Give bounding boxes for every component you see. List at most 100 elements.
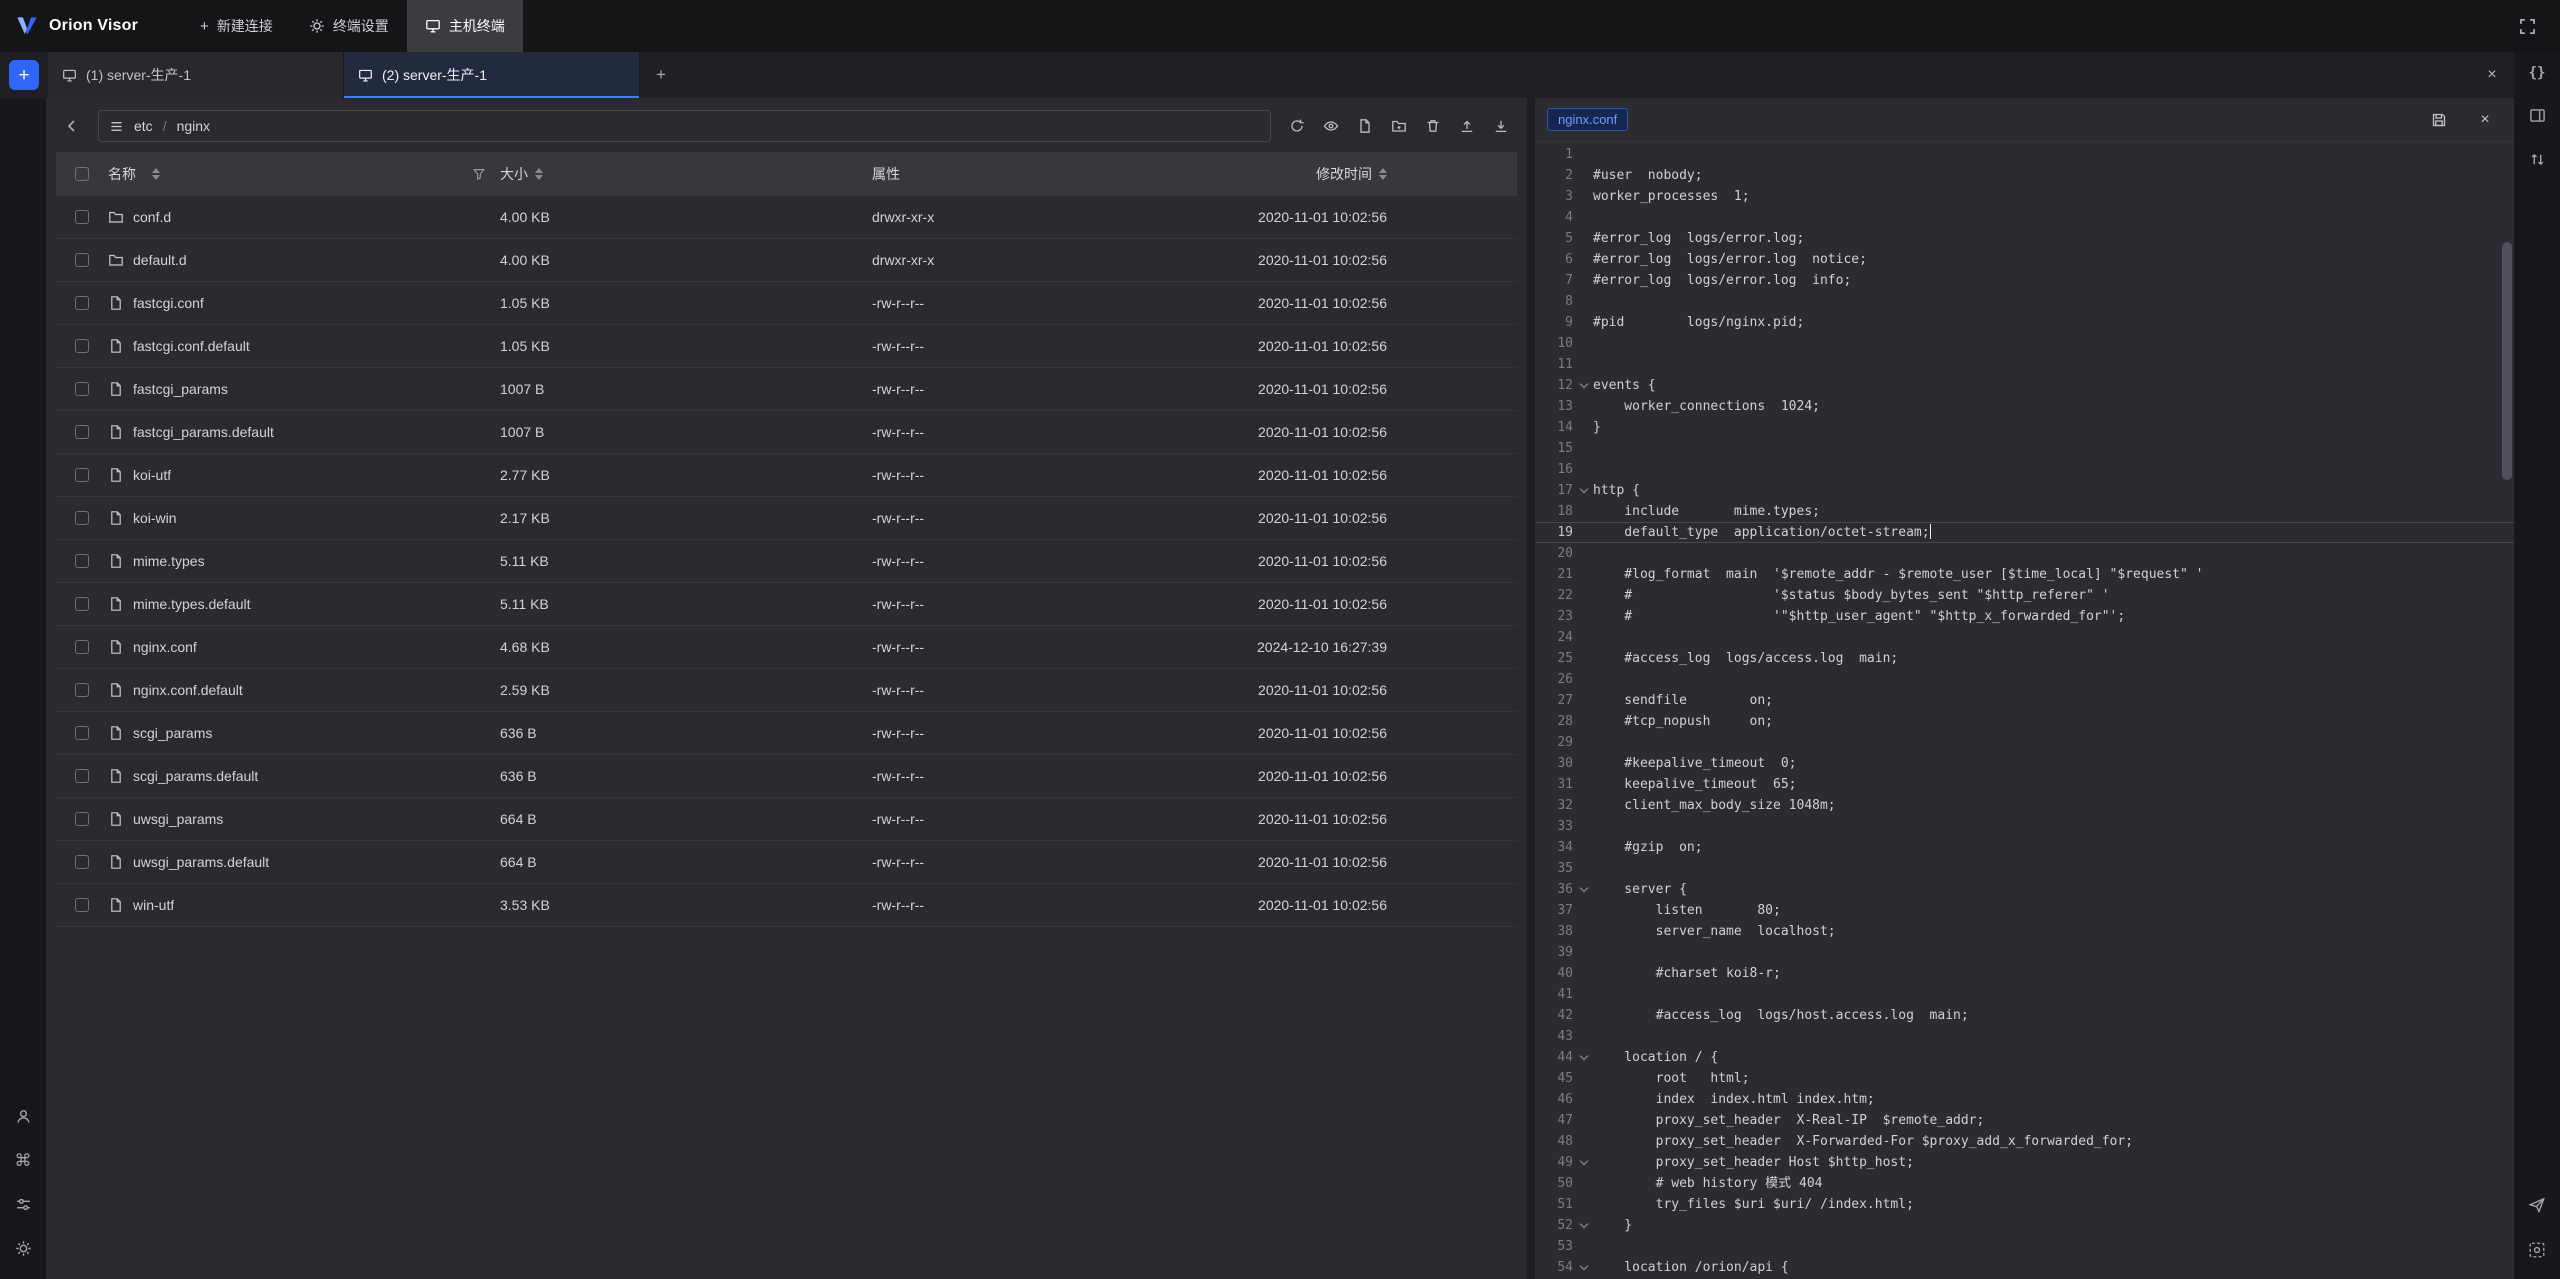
code-line[interactable]: 41	[1535, 984, 2514, 1005]
line-number[interactable]: 35	[1535, 858, 1575, 879]
send-paper-plane-icon[interactable]	[2528, 1196, 2546, 1214]
line-number[interactable]: 43	[1535, 1026, 1575, 1047]
row-checkbox[interactable]	[75, 554, 89, 568]
file-name[interactable]: fastcgi.conf	[133, 295, 204, 311]
tab-server-1[interactable]: (1) server-生产-1	[48, 52, 344, 98]
line-number[interactable]: 48	[1535, 1131, 1575, 1152]
code-line[interactable]: 18 include mime.types;	[1535, 501, 2514, 522]
fullscreen-icon[interactable]	[2510, 9, 2544, 43]
line-number[interactable]: 36	[1535, 879, 1575, 900]
line-number[interactable]: 50	[1535, 1173, 1575, 1194]
screenshot-icon[interactable]	[2528, 1241, 2546, 1259]
line-number[interactable]: 5	[1535, 228, 1575, 249]
line-number[interactable]: 54	[1535, 1257, 1575, 1278]
line-number[interactable]: 33	[1535, 816, 1575, 837]
file-name[interactable]: mime.types.default	[133, 596, 251, 612]
line-number[interactable]: 7	[1535, 270, 1575, 291]
code-line[interactable]: 26	[1535, 669, 2514, 690]
line-number[interactable]: 38	[1535, 921, 1575, 942]
line-number[interactable]: 6	[1535, 249, 1575, 270]
code-line[interactable]: 16	[1535, 459, 2514, 480]
table-row[interactable]: uwsgi_params.default 664 B -rw-r--r-- 20…	[56, 841, 1517, 884]
file-name[interactable]: koi-win	[133, 510, 177, 526]
code-line[interactable]: 33	[1535, 816, 2514, 837]
line-number[interactable]: 27	[1535, 690, 1575, 711]
save-icon[interactable]	[2422, 103, 2456, 137]
line-number[interactable]: 17	[1535, 480, 1575, 501]
line-number[interactable]: 46	[1535, 1089, 1575, 1110]
tab-server-2-active[interactable]: (2) server-生产-1	[344, 52, 640, 98]
delete-trash-icon[interactable]	[1417, 110, 1449, 142]
line-number[interactable]: 42	[1535, 1005, 1575, 1026]
file-name[interactable]: conf.d	[133, 209, 171, 225]
code-line[interactable]: 51 try_files $uri $uri/ /index.html;	[1535, 1194, 2514, 1215]
line-number[interactable]: 23	[1535, 606, 1575, 627]
line-number[interactable]: 30	[1535, 753, 1575, 774]
file-name[interactable]: default.d	[133, 252, 187, 268]
scrollbar-thumb[interactable]	[2502, 242, 2512, 480]
row-checkbox[interactable]	[75, 726, 89, 740]
row-checkbox[interactable]	[75, 769, 89, 783]
line-number[interactable]: 14	[1535, 417, 1575, 438]
row-checkbox[interactable]	[75, 898, 89, 912]
code-line[interactable]: 9 #pid logs/nginx.pid;	[1535, 312, 2514, 333]
file-name[interactable]: koi-utf	[133, 467, 171, 483]
row-checkbox[interactable]	[75, 511, 89, 525]
table-row[interactable]: fastcgi_params.default 1007 B -rw-r--r--…	[56, 411, 1517, 454]
column-header-name[interactable]: 名称	[108, 164, 500, 184]
table-row[interactable]: nginx.conf.default 2.59 KB -rw-r--r-- 20…	[56, 669, 1517, 712]
select-all-checkbox[interactable]	[75, 167, 89, 181]
table-row[interactable]: conf.d 4.00 KB drwxr-xr-x 2020-11-01 10:…	[56, 196, 1517, 239]
table-row[interactable]: mime.types.default 5.11 KB -rw-r--r-- 20…	[56, 583, 1517, 626]
user-icon[interactable]	[15, 1108, 32, 1125]
code-line[interactable]: 48 proxy_set_header X-Forwarded-For $pro…	[1535, 1131, 2514, 1152]
list-icon[interactable]	[109, 119, 124, 134]
table-row[interactable]: default.d 4.00 KB drwxr-xr-x 2020-11-01 …	[56, 239, 1517, 282]
sliders-icon[interactable]	[15, 1196, 32, 1213]
breadcrumb-segment-nginx[interactable]: nginx	[177, 118, 210, 134]
new-file-icon[interactable]	[1349, 110, 1381, 142]
fold-chevron-icon[interactable]	[1575, 1161, 1593, 1164]
table-row[interactable]: uwsgi_params 664 B -rw-r--r-- 2020-11-01…	[56, 798, 1517, 841]
code-line[interactable]: 34 #gzip on;	[1535, 837, 2514, 858]
table-row[interactable]: mime.types 5.11 KB -rw-r--r-- 2020-11-01…	[56, 540, 1517, 583]
panel-resize-handle[interactable]	[1527, 98, 1535, 1279]
table-row[interactable]: nginx.conf 4.68 KB -rw-r--r-- 2024-12-10…	[56, 626, 1517, 669]
row-checkbox[interactable]	[75, 339, 89, 353]
menu-item-terminal-settings[interactable]: 终端设置	[291, 0, 407, 52]
code-line[interactable]: 39	[1535, 942, 2514, 963]
fold-chevron-icon[interactable]	[1575, 384, 1593, 387]
line-number[interactable]: 19	[1535, 522, 1575, 543]
code-line[interactable]: 11	[1535, 354, 2514, 375]
line-number[interactable]: 49	[1535, 1152, 1575, 1173]
code-line[interactable]: 2 #user nobody;	[1535, 165, 2514, 186]
braces-icon[interactable]: {}	[2529, 66, 2546, 80]
back-button[interactable]	[56, 110, 88, 142]
line-number[interactable]: 28	[1535, 711, 1575, 732]
line-number[interactable]: 41	[1535, 984, 1575, 1005]
code-line[interactable]: 12 events {	[1535, 375, 2514, 396]
code-line[interactable]: 54 location /orion/api {	[1535, 1257, 2514, 1278]
code-line[interactable]: 1	[1535, 144, 2514, 165]
line-number[interactable]: 51	[1535, 1194, 1575, 1215]
file-name[interactable]: scgi_params	[133, 725, 212, 741]
download-icon[interactable]	[1485, 110, 1517, 142]
code-line[interactable]: 3 worker_processes 1;	[1535, 186, 2514, 207]
row-checkbox[interactable]	[75, 296, 89, 310]
code-line[interactable]: 19 default_type application/octet-stream…	[1535, 522, 2514, 543]
row-checkbox[interactable]	[75, 855, 89, 869]
file-name[interactable]: nginx.conf	[133, 639, 197, 655]
layout-panel-icon[interactable]	[2529, 107, 2546, 124]
code-line[interactable]: 7 #error_log logs/error.log info;	[1535, 270, 2514, 291]
code-line[interactable]: 35	[1535, 858, 2514, 879]
file-name[interactable]: uwsgi_params	[133, 811, 223, 827]
code-line[interactable]: 21 #log_format main '$remote_addr - $rem…	[1535, 564, 2514, 585]
column-header-mtime[interactable]: 修改时间	[1206, 164, 1517, 184]
code-line[interactable]: 47 proxy_set_header X-Real-IP $remote_ad…	[1535, 1110, 2514, 1131]
table-row[interactable]: fastcgi.conf 1.05 KB -rw-r--r-- 2020-11-…	[56, 282, 1517, 325]
code-line[interactable]: 20	[1535, 543, 2514, 564]
file-name[interactable]: nginx.conf.default	[133, 682, 243, 698]
file-name[interactable]: mime.types	[133, 553, 205, 569]
code-line[interactable]: 6 #error_log logs/error.log notice;	[1535, 249, 2514, 270]
row-checkbox[interactable]	[75, 425, 89, 439]
